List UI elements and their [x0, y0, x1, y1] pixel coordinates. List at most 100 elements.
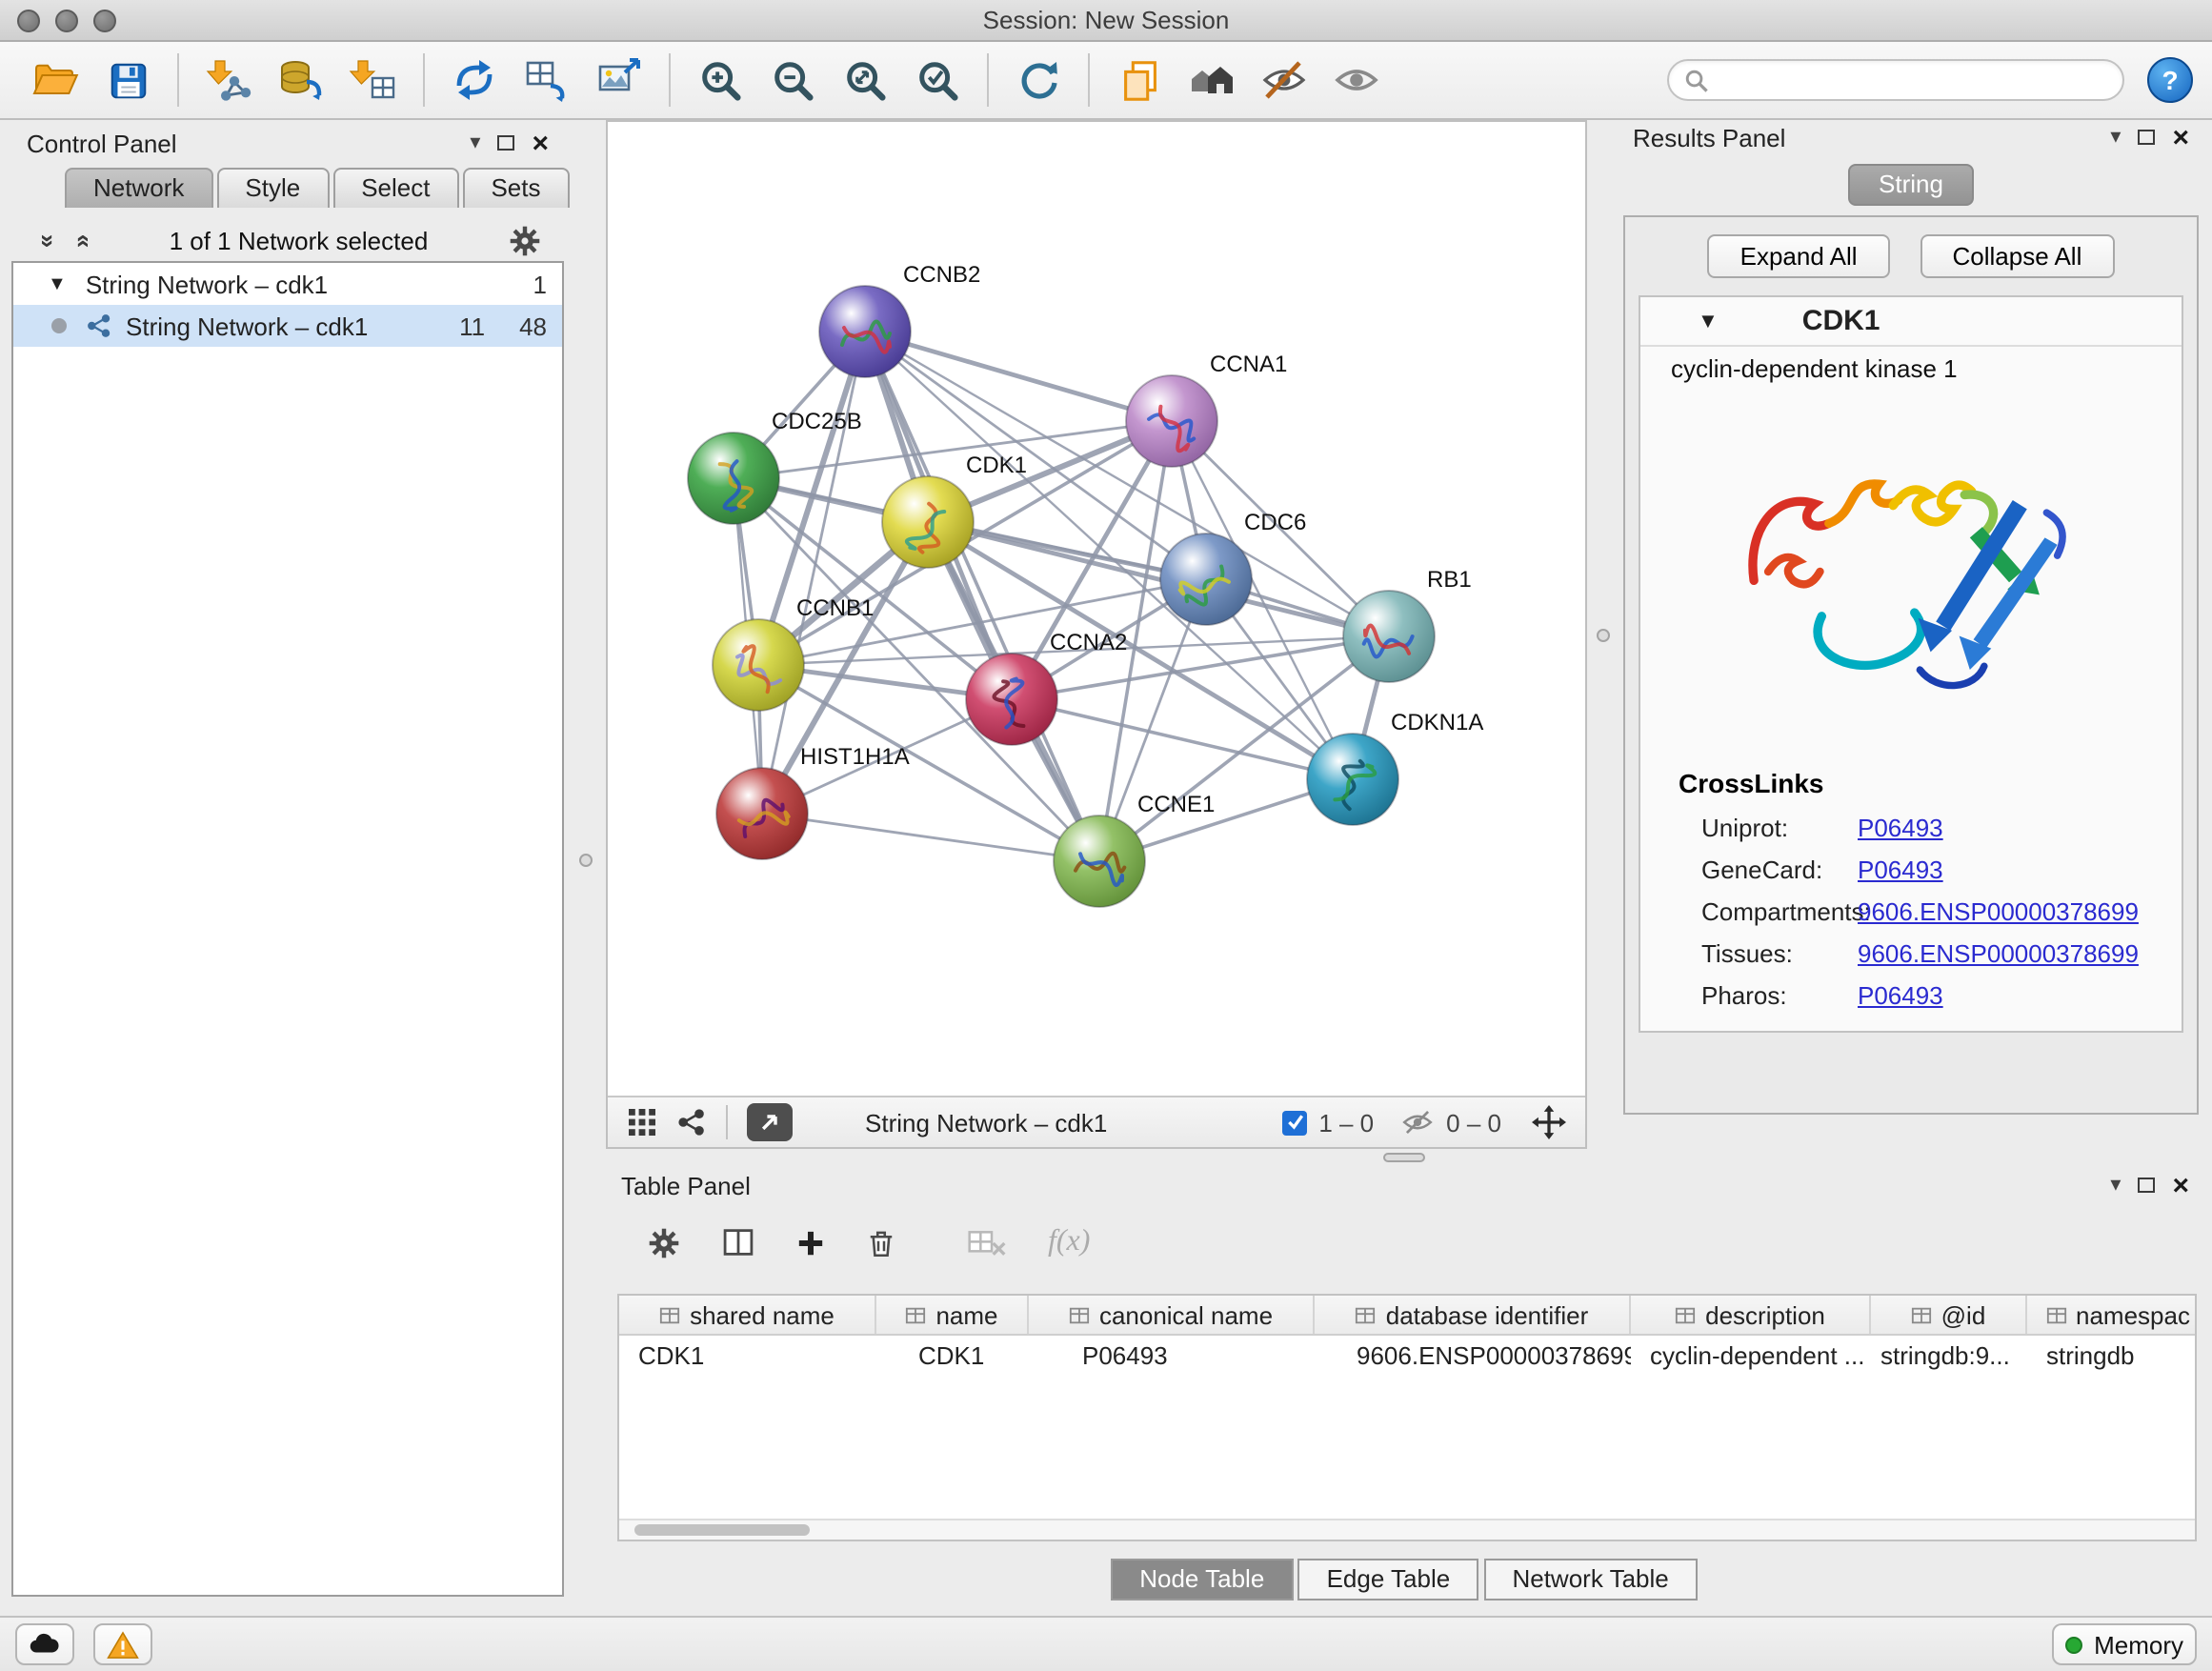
horizontal-scrollbar[interactable] — [619, 1519, 2195, 1540]
copy-document-button[interactable] — [1103, 48, 1176, 112]
node-label: CCNA1 — [1210, 352, 1287, 377]
import-network-database-button[interactable] — [265, 48, 337, 112]
network-node-CCNE1[interactable] — [1054, 815, 1145, 907]
network-row-selected[interactable]: String Network – cdk1 11 48 — [13, 305, 562, 347]
save-session-button[interactable] — [91, 48, 164, 112]
splitter-grip[interactable] — [1383, 1153, 1425, 1162]
search-input[interactable] — [1719, 66, 2107, 94]
string-settings-button[interactable] — [676, 1107, 707, 1137]
collapse-all-icon[interactable]: » — [34, 233, 63, 247]
network-node-RB1[interactable] — [1343, 591, 1435, 682]
crosslink-tissues[interactable]: 9606.ENSP00000378699 — [1858, 938, 2139, 967]
scrollbar-thumb[interactable] — [634, 1524, 810, 1536]
pan-crosshair-icon[interactable] — [1532, 1105, 1566, 1139]
zoom-window-button[interactable] — [93, 10, 116, 32]
tab-network[interactable]: Network — [65, 168, 212, 208]
import-network-file-button[interactable] — [192, 48, 265, 112]
tab-node-table[interactable]: Node Table — [1111, 1559, 1293, 1601]
splitter-grip[interactable] — [1597, 629, 1610, 642]
tab-select[interactable]: Select — [332, 168, 458, 208]
network-node-CDC25B[interactable] — [688, 433, 779, 524]
network-edge[interactable] — [865, 332, 1172, 421]
network-node-CCNB1[interactable] — [713, 619, 804, 711]
close-panel-icon[interactable]: × — [2172, 123, 2189, 151]
tab-edge-table[interactable]: Edge Table — [1298, 1559, 1479, 1601]
tab-network-table[interactable]: Network Table — [1483, 1559, 1697, 1601]
tab-sets[interactable]: Sets — [462, 168, 569, 208]
apply-layout-button[interactable] — [1002, 48, 1075, 112]
export-network-button[interactable] — [747, 1103, 793, 1141]
crosslink-compartments[interactable]: 9606.ENSP00000378699 — [1858, 896, 2139, 925]
zoom-out-button[interactable] — [756, 48, 829, 112]
column-header[interactable]: name — [876, 1296, 1029, 1334]
memory-button[interactable]: Memory — [2052, 1623, 2197, 1665]
collapse-all-button[interactable]: Collapse All — [1920, 234, 2115, 278]
float-panel-icon[interactable] — [2138, 130, 2155, 145]
expand-all-icon[interactable]: » — [68, 233, 96, 247]
warnings-button[interactable] — [93, 1623, 152, 1665]
gene-section-header[interactable]: ▼ CDK1 — [1640, 297, 2182, 347]
panel-menu-icon[interactable]: ▾ — [2110, 127, 2121, 148]
network-node-CDKN1A[interactable] — [1307, 734, 1398, 825]
panel-menu-icon[interactable]: ▾ — [470, 132, 480, 153]
clone-network-button[interactable] — [511, 48, 583, 112]
home-button[interactable] — [1176, 48, 1248, 112]
panel-menu-icon[interactable]: ▾ — [2110, 1175, 2121, 1196]
column-header[interactable]: database identifier — [1315, 1296, 1631, 1334]
selected-checkbox-icon[interactable] — [1282, 1110, 1307, 1135]
column-header[interactable]: shared name — [619, 1296, 876, 1334]
add-column-button[interactable] — [796, 1228, 825, 1257]
crosslink-pharos[interactable]: P06493 — [1858, 980, 1943, 1009]
show-graphics-button[interactable] — [1320, 48, 1393, 112]
crosslink-genecard[interactable]: P06493 — [1858, 855, 1943, 883]
help-button[interactable]: ? — [2147, 57, 2193, 103]
zoom-fit-button[interactable] — [829, 48, 901, 112]
table-settings-button[interactable] — [648, 1226, 680, 1258]
column-header[interactable]: namespac — [2027, 1296, 2197, 1334]
table-row[interactable]: CDK1 CDK1 P06493 9606.ENSP00000378699 cy… — [619, 1336, 2195, 1376]
options-gear-icon[interactable] — [509, 224, 541, 256]
zoom-in-button[interactable] — [684, 48, 756, 112]
birds-eye-view-button[interactable] — [627, 1107, 657, 1137]
column-header[interactable]: @id — [1871, 1296, 2027, 1334]
network-node-CDC6[interactable] — [1160, 534, 1252, 625]
tree-collapse-icon[interactable]: ▼ — [48, 273, 67, 294]
float-panel-icon[interactable] — [497, 135, 514, 151]
close-panel-icon[interactable]: × — [2172, 1171, 2189, 1199]
tab-style[interactable]: Style — [216, 168, 329, 208]
hide-annotations-button[interactable] — [1248, 48, 1320, 112]
network-edge[interactable] — [865, 332, 1099, 861]
network-node-CDK1[interactable] — [882, 476, 974, 568]
crosslink-row: Uniprot: P06493 — [1640, 806, 2182, 848]
export-image-button[interactable] — [583, 48, 655, 112]
main-toolbar: ? — [0, 42, 2212, 120]
close-panel-icon[interactable]: × — [532, 129, 549, 157]
network-node-CCNB2[interactable] — [819, 286, 911, 377]
network-node-CCNA1[interactable] — [1126, 375, 1217, 467]
zoom-selected-button[interactable] — [901, 48, 974, 112]
close-window-button[interactable] — [17, 10, 40, 32]
section-collapse-icon[interactable]: ▼ — [1698, 310, 1719, 332]
crosslink-uniprot[interactable]: P06493 — [1858, 813, 1943, 841]
float-panel-icon[interactable] — [2138, 1178, 2155, 1193]
cloud-button[interactable] — [15, 1623, 74, 1665]
network-collection-row[interactable]: ▼ String Network – cdk1 1 — [13, 263, 562, 305]
delete-table-button[interactable] — [968, 1228, 1006, 1257]
open-session-button[interactable] — [19, 48, 91, 112]
splitter-grip[interactable] — [579, 854, 593, 867]
import-table-file-button[interactable] — [337, 48, 410, 112]
network-canvas[interactable]: CCNB2CCNA1CDC25BCDK1CDC6RB1CCNB1CCNA2CDK… — [608, 122, 1585, 1096]
network-edge[interactable] — [762, 814, 1099, 861]
delete-column-button[interactable] — [867, 1226, 895, 1258]
network-node-HIST1H1A[interactable] — [716, 768, 808, 859]
tab-string[interactable]: String — [1848, 164, 1974, 206]
column-header[interactable]: canonical name — [1029, 1296, 1315, 1334]
new-network-button[interactable] — [438, 48, 511, 112]
toolbar-separator — [177, 53, 179, 107]
show-columns-button[interactable] — [722, 1227, 754, 1258]
minimize-window-button[interactable] — [55, 10, 78, 32]
function-builder-button[interactable]: f(x) — [1048, 1225, 1090, 1259]
network-node-CCNA2[interactable] — [966, 654, 1057, 745]
expand-all-button[interactable]: Expand All — [1708, 234, 1890, 278]
column-header[interactable]: description — [1631, 1296, 1871, 1334]
